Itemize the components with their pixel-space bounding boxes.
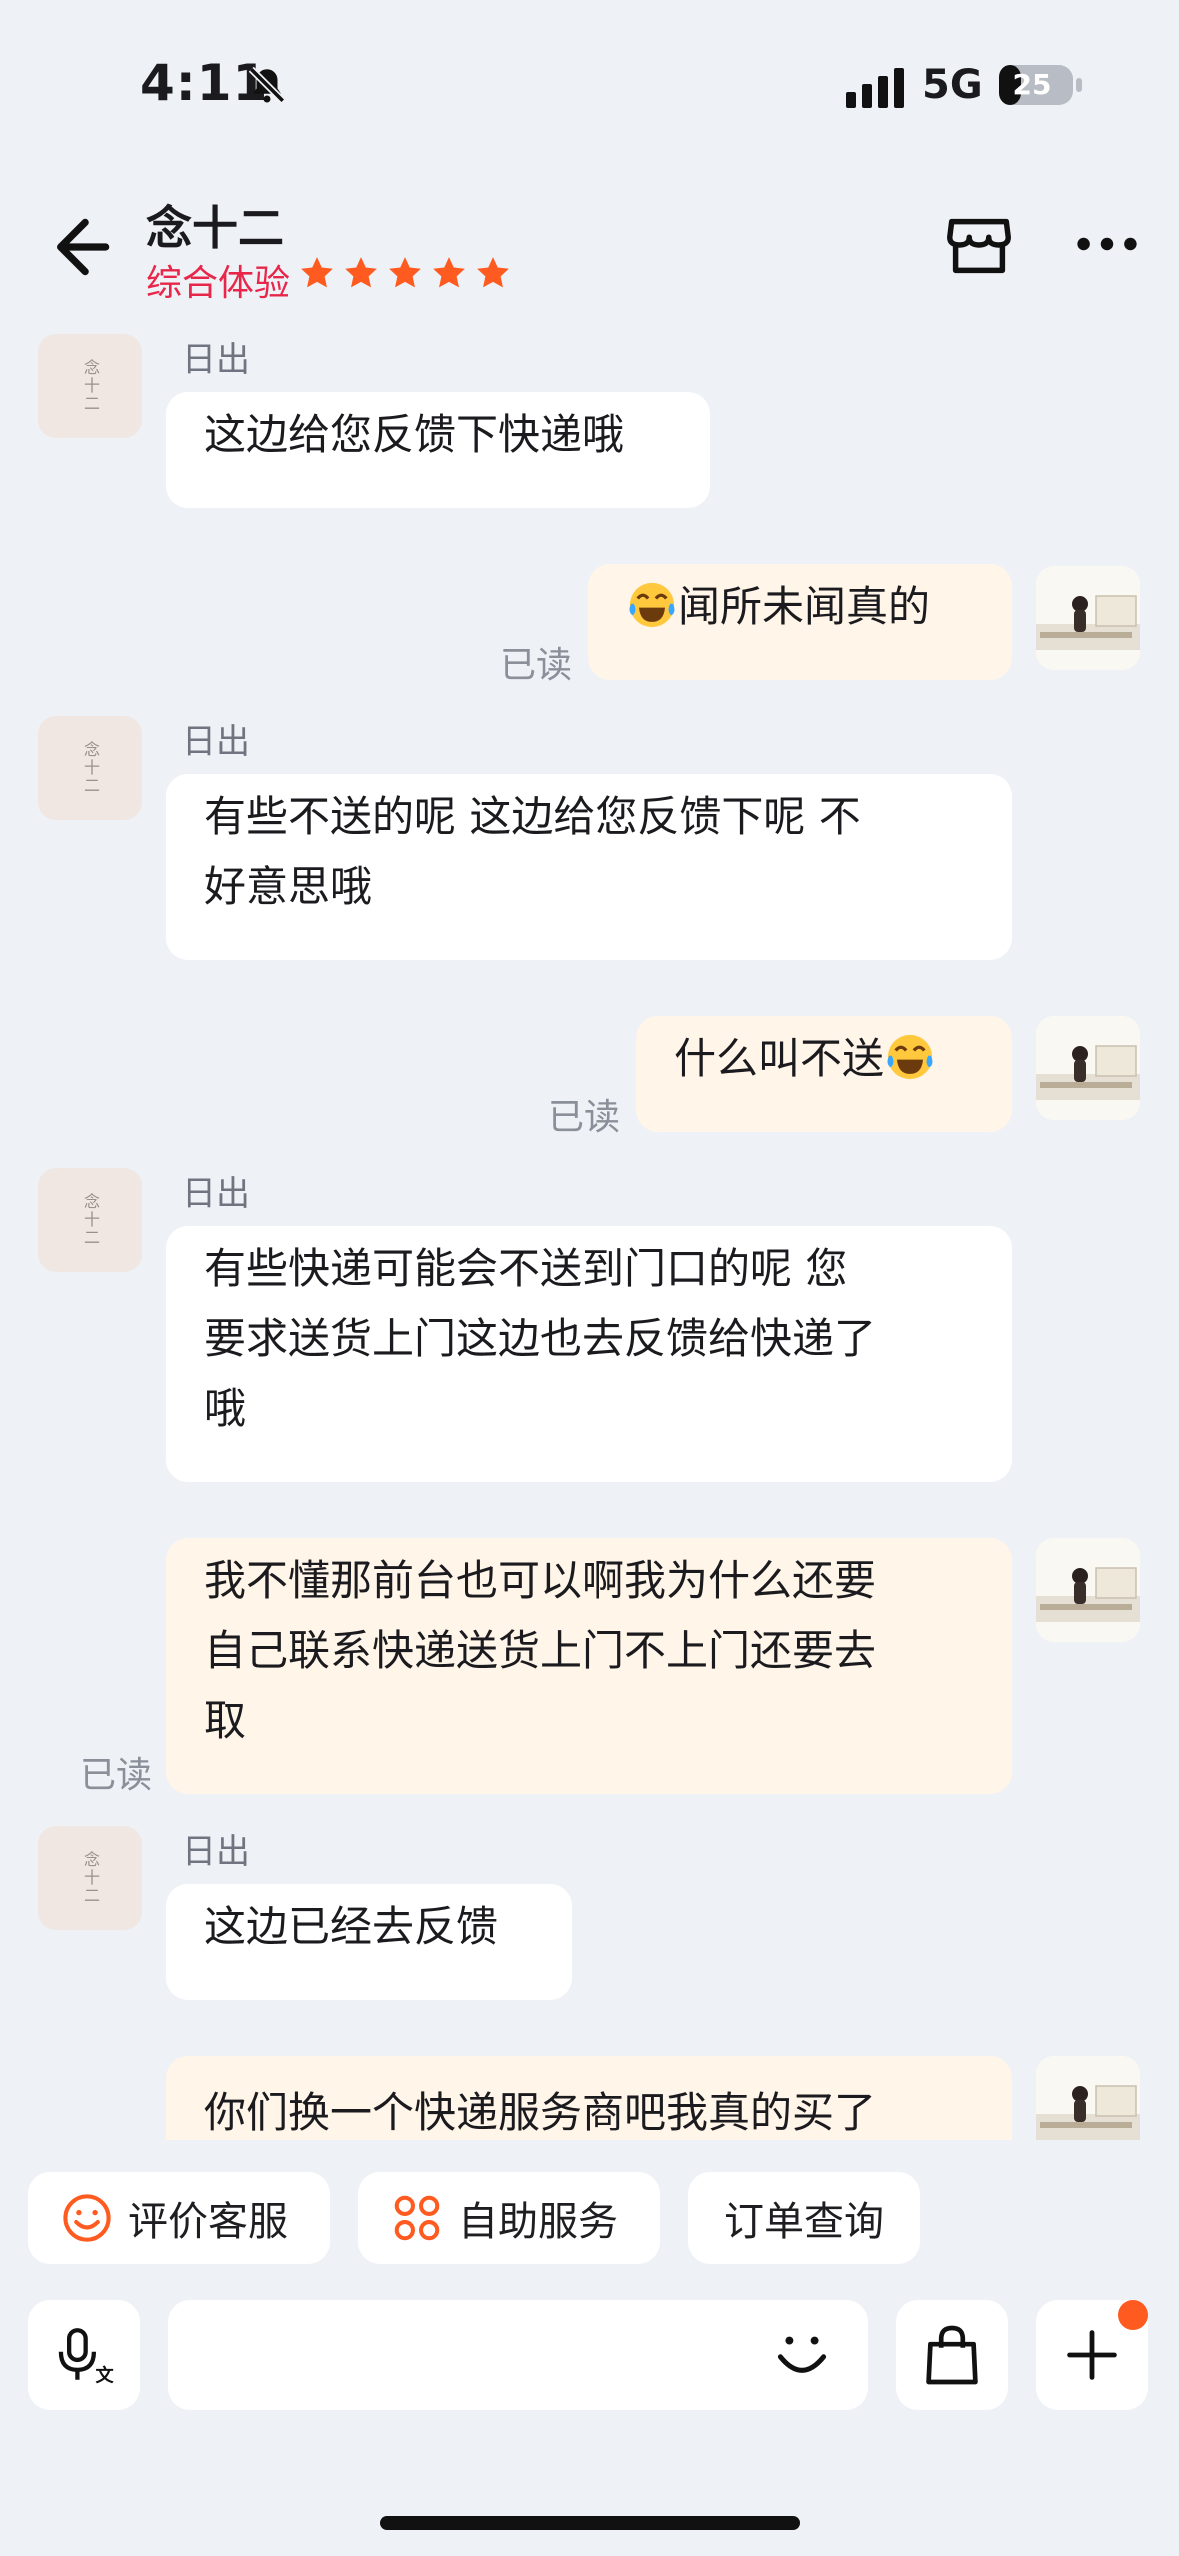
sender-name: 日出: [182, 1832, 250, 1872]
avatar-text: 念十二: [81, 741, 100, 795]
plus-icon: [1067, 2330, 1117, 2380]
sender-name: 日出: [182, 722, 250, 762]
microphone-translate-icon: 文: [58, 2328, 115, 2386]
notification-dot: [1118, 2300, 1148, 2330]
read-receipt: 已读: [548, 1097, 621, 1138]
rate-service-button[interactable]: 评价客服: [28, 2172, 330, 2264]
avatar-text: 念十二: [81, 1851, 100, 1905]
message-line: 你们换一个快递服务商吧我真的买了: [204, 2088, 877, 2137]
shopping-bag-button[interactable]: [896, 2300, 1008, 2410]
star-icon: [345, 257, 377, 288]
rating-label: 综合体验: [146, 263, 291, 304]
read-receipt: 已读: [500, 645, 573, 686]
user-avatar[interactable]: [1036, 566, 1140, 670]
smiley-face-icon: [63, 2194, 111, 2242]
self-service-button[interactable]: 自助服务: [358, 2172, 660, 2264]
battery-level: 25: [1012, 68, 1052, 101]
star-icon: [389, 257, 421, 288]
message-line: 有些不送的呢 这边给您反馈下呢 不: [204, 792, 861, 841]
tears-of-joy-emoji-icon: [629, 582, 675, 628]
message-line: 我不懂那前台也可以啊我为什么还要: [204, 1556, 877, 1605]
user-photo: [1036, 2056, 1140, 2140]
user-photo: [1036, 1016, 1140, 1120]
more-options-icon[interactable]: [1068, 214, 1146, 274]
tears-of-joy-emoji-icon: [887, 1034, 933, 1080]
shop-title[interactable]: 念十二: [146, 192, 284, 258]
order-query-button[interactable]: 订单查询: [688, 2172, 920, 2264]
message-bubble-outgoing[interactable]: 你们换一个快递服务商吧我真的买了: [166, 2056, 1012, 2140]
grid-flower-icon: [394, 2195, 440, 2241]
shopping-bag-icon: [926, 2325, 978, 2385]
agent-avatar[interactable]: 念十二: [38, 1826, 142, 1930]
chat-message-list[interactable]: 念十二 日出 这边给您反馈下快递哦 已读 闻所未闻真的 念十二 日出 有些不送的…: [0, 320, 1179, 2140]
sender-name: 日出: [182, 340, 250, 380]
rating-stars: [298, 254, 512, 292]
agent-avatar[interactable]: 念十二: [38, 334, 142, 438]
svg-text:文: 文: [96, 2364, 115, 2386]
message-bubble-incoming[interactable]: 有些快递可能会不送到门口的呢 您 要求送货上门这边也去反馈给快递了 哦: [166, 1226, 1012, 1482]
agent-avatar[interactable]: 念十二: [38, 716, 142, 820]
star-icon: [301, 257, 333, 288]
home-indicator[interactable]: [380, 2516, 800, 2530]
message-line: 哦: [204, 1384, 247, 1433]
message-line: 有些快递可能会不送到门口的呢 您: [204, 1244, 848, 1293]
message-bubble-incoming[interactable]: 有些不送的呢 这边给您反馈下呢 不 好意思哦: [166, 774, 1012, 960]
user-photo: [1036, 1538, 1140, 1642]
sender-name: 日出: [182, 1174, 250, 1214]
message-line: 自己联系快递送货上门不上门还要去: [204, 1626, 877, 1675]
message-bubble-incoming[interactable]: 这边已经去反馈: [166, 1884, 572, 2000]
user-avatar[interactable]: [1036, 2056, 1140, 2140]
message-line: 这边已经去反馈: [204, 1902, 499, 1951]
message-line: 要求送货上门这边也去反馈给快递了: [204, 1314, 877, 1363]
chip-label: 订单查询: [724, 2199, 884, 2245]
message-text: 闻所未闻真的: [678, 582, 931, 631]
signal-icon: [846, 68, 904, 108]
message-text: 什么叫不送: [674, 1034, 885, 1083]
message-bubble-outgoing[interactable]: 闻所未闻真的: [588, 564, 1012, 680]
message-bubble-outgoing[interactable]: 什么叫不送: [636, 1016, 1012, 1132]
read-receipt: 已读: [80, 1755, 153, 1796]
user-photo: [1036, 566, 1140, 670]
star-icon: [477, 257, 509, 288]
user-avatar[interactable]: [1036, 1016, 1140, 1120]
chip-label: 评价客服: [128, 2199, 288, 2245]
message-input[interactable]: [168, 2300, 868, 2410]
avatar-text: 念十二: [81, 359, 100, 413]
star-icon: [433, 257, 465, 288]
chip-label: 自助服务: [458, 2199, 618, 2245]
message-line: 这边给您反馈下快递哦: [204, 410, 625, 459]
message-bubble-outgoing[interactable]: 我不懂那前台也可以啊我为什么还要 自己联系快递送货上门不上门还要去 取: [166, 1538, 1012, 1794]
voice-input-button[interactable]: 文: [28, 2300, 140, 2410]
store-icon[interactable]: [940, 206, 1018, 284]
message-bubble-incoming[interactable]: 这边给您反馈下快递哦: [166, 392, 710, 508]
agent-avatar[interactable]: 念十二: [38, 1168, 142, 1272]
bell-muted-icon: [248, 66, 286, 104]
emoji-face-icon[interactable]: [766, 2319, 838, 2391]
user-avatar[interactable]: [1036, 1538, 1140, 1642]
back-button[interactable]: [36, 206, 118, 288]
network-label: 5G: [922, 62, 983, 108]
message-line: 取: [204, 1696, 247, 1745]
avatar-text: 念十二: [81, 1193, 100, 1247]
message-line: 好意思哦: [204, 862, 373, 911]
